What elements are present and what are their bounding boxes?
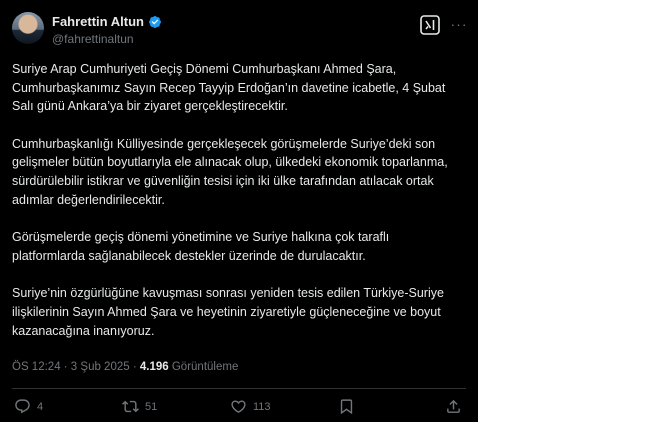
share-button[interactable] [445,398,462,415]
like-button[interactable]: 113 [230,398,271,415]
more-options-icon[interactable]: ··· [450,14,468,34]
reply-icon [15,399,30,414]
repost-count: 51 [145,400,158,413]
divider [12,388,466,389]
repost-button[interactable]: 51 [122,398,157,415]
tweet-paragraph: Cumhurbaşkanlığı Külliyesinde gerçekleşe… [12,136,448,207]
views-count: 4.196 [139,361,169,373]
tweet-paragraph: Suriye’nin özgürlüğüne kavuşması sonrası… [12,286,444,338]
tweet-text: Suriye Arap Cumhuriyeti Geçiş Dönemi Cum… [12,60,464,359]
verified-badge-icon[interactable] [148,15,162,29]
reply-button[interactable]: 4 [14,398,43,415]
views-label: Görüntüleme [171,361,239,373]
timestamp[interactable]: ÖS 12:24 · 3 Şub 2025 · [12,361,137,373]
author-handle[interactable]: @fahrettinaltun [52,32,134,46]
repost-icon [122,400,139,413]
like-count: 113 [253,400,271,413]
share-icon [447,399,460,413]
tweet-card: Fahrettin Altun @fahrettinaltun ··· Suri… [0,0,478,422]
bookmark-icon [340,399,353,415]
avatar[interactable] [12,12,44,44]
reply-count: 4 [37,400,44,413]
action-bar: 4 51 113 [12,398,464,418]
author-row: Fahrettin Altun [52,14,162,29]
tweet-paragraph: Suriye Arap Cumhuriyeti Geçiş Dönemi Cum… [12,62,446,114]
bookmark-button[interactable] [338,398,355,415]
tweet-meta: ÖS 12:24 · 3 Şub 2025 · 4.196 Görüntülem… [12,361,238,373]
grok-icon[interactable] [420,15,440,35]
tweet-paragraph: Görüşmelerde geçiş dönemi yönetimine ve … [12,230,390,263]
author-name[interactable]: Fahrettin Altun [52,14,144,29]
heart-icon [231,400,246,413]
